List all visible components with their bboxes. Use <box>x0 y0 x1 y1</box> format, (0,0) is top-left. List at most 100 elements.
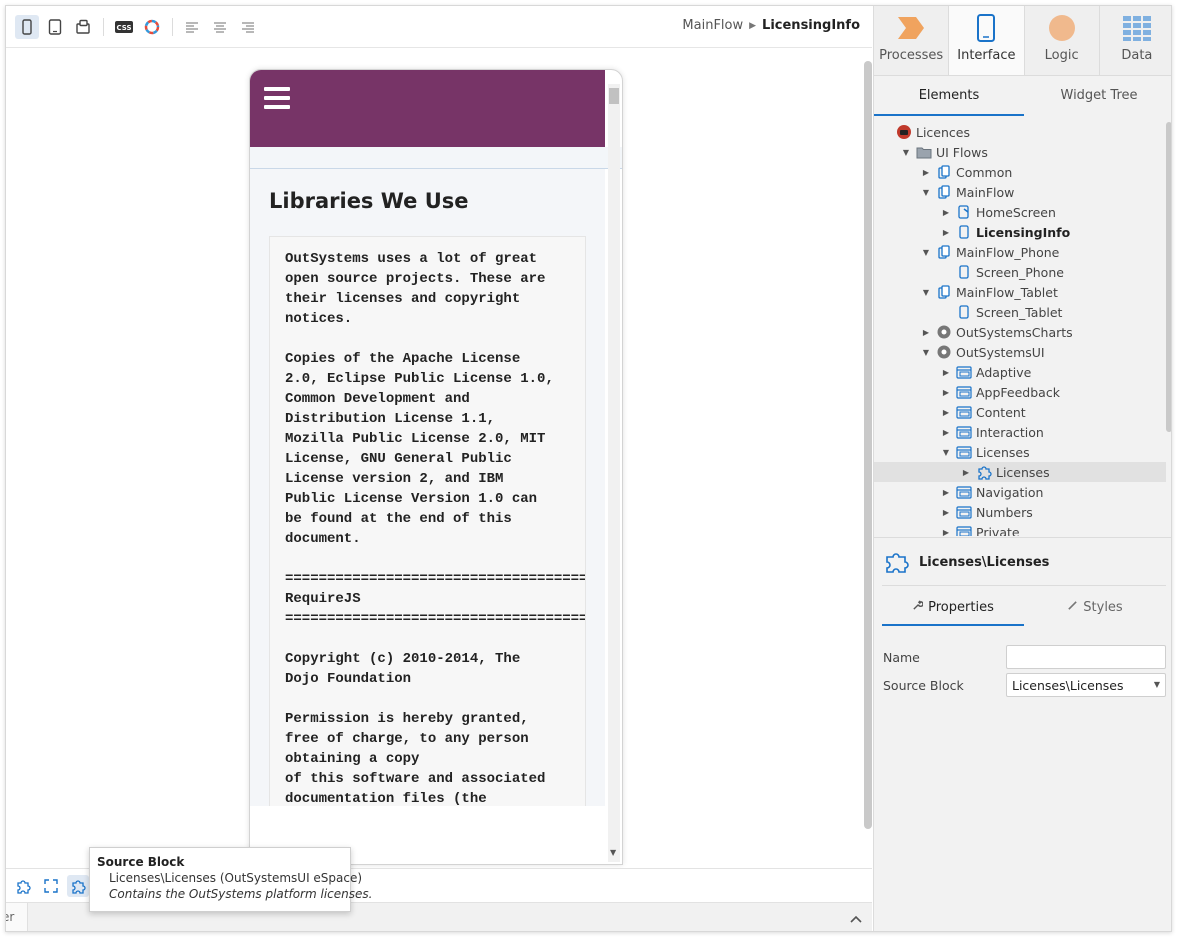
collapse-caret-icon[interactable]: ▶ <box>960 468 972 477</box>
license-line: obtaining a copy <box>285 751 420 767</box>
collapse-caret-icon[interactable]: ▶ <box>920 168 932 177</box>
tree-item-label: Screen_Tablet <box>976 304 1063 320</box>
css-icon: CSS <box>115 21 133 33</box>
phone-vertical-scrollbar[interactable]: ▼ <box>606 84 620 862</box>
tree-item[interactable]: ▶ HomeScreen <box>874 202 1166 222</box>
licenses-block[interactable]: OutSystems uses a lot of great open sourc… <box>269 236 586 806</box>
tree-item[interactable]: ▼ MainFlow_Tablet <box>874 282 1166 302</box>
tree-item[interactable]: ▼ OutSystemsUI <box>874 342 1166 362</box>
flow-icon <box>936 184 952 200</box>
tree-item-label: MainFlow <box>956 184 1015 200</box>
tree-item[interactable]: ▶ Content <box>874 402 1166 422</box>
collapse-caret-icon[interactable]: ▶ <box>940 528 952 537</box>
tab-logic-label: Logic <box>1044 48 1079 63</box>
source-block-button[interactable] <box>67 875 89 897</box>
expand-caret-icon[interactable]: ▼ <box>920 248 932 257</box>
scroll-thumb[interactable] <box>609 88 619 104</box>
tree-item[interactable]: ▼ Licenses <box>874 442 1166 462</box>
tree-item-label: LicensingInfo <box>976 224 1071 240</box>
align-center-button[interactable] <box>208 15 232 39</box>
tree-item[interactable]: ▶ Interaction <box>874 422 1166 442</box>
tree-item[interactable]: ▶ Common <box>874 162 1166 182</box>
breadcrumb-parent[interactable]: MainFlow <box>682 18 743 33</box>
name-field[interactable] <box>1006 645 1166 669</box>
chevron-up-icon[interactable] <box>850 909 862 928</box>
rotate-preview-button[interactable] <box>71 15 95 39</box>
property-name-row: Name <box>883 645 1167 669</box>
tooltip-title: Source Block <box>97 855 185 869</box>
tree-item[interactable]: ▶ Numbers <box>874 502 1166 522</box>
tree-item[interactable]: ▶ Private <box>874 522 1166 536</box>
expand-caret-icon[interactable]: ▼ <box>920 348 932 357</box>
expand-caret-icon[interactable]: ▼ <box>920 288 932 297</box>
tree-item[interactable]: ▼ MainFlow <box>874 182 1166 202</box>
tab-widget-tree[interactable]: Widget Tree <box>1024 76 1171 116</box>
collapse-caret-icon[interactable]: ▶ <box>940 428 952 437</box>
tree-item-label: MainFlow_Tablet <box>956 284 1058 300</box>
tree-scrollbar[interactable] <box>1166 122 1171 432</box>
logic-icon <box>1048 15 1075 41</box>
tab-data[interactable]: Data <box>1099 6 1171 75</box>
elements-tree: Licences ▼ UI Flows ▶ Common ▼ MainFlow ▶ HomeSc… <box>874 122 1166 536</box>
phone-preview: Libraries We Use OutSystems uses a lot o… <box>249 69 623 865</box>
scroll-down-icon[interactable]: ▼ <box>610 848 616 857</box>
menu-icon[interactable] <box>264 87 290 109</box>
expand-caret-icon[interactable]: ▼ <box>940 448 952 457</box>
block-folder-icon <box>956 424 972 440</box>
tree-item[interactable]: ▼ MainFlow_Phone <box>874 242 1166 262</box>
collapse-caret-icon[interactable]: ▶ <box>940 408 952 417</box>
block-button[interactable] <box>12 875 34 897</box>
tab-interface-label: Interface <box>957 48 1016 63</box>
tab-logic[interactable]: Logic <box>1024 6 1100 75</box>
status-tab[interactable]: er <box>6 903 28 931</box>
tablet-preview-button[interactable] <box>43 15 67 39</box>
tree-item[interactable]: ▶ Adaptive <box>874 362 1166 382</box>
tree-item[interactable]: ▶ OutSystemsCharts <box>874 322 1166 342</box>
collapse-caret-icon[interactable]: ▶ <box>940 388 952 397</box>
app-window: CSS MainFlow ▶ LicensingInfo Libraries W… <box>5 5 1172 932</box>
tab-properties[interactable]: Properties <box>882 590 1024 626</box>
canvas-scroll-thumb[interactable] <box>864 61 872 829</box>
tab-styles[interactable]: Styles <box>1024 590 1166 626</box>
tree-item-label: Licenses <box>996 464 1050 480</box>
tree-item[interactable]: Licences <box>874 122 1166 142</box>
breadcrumb-separator-icon: ▶ <box>749 20 757 31</box>
license-line: their licenses and copyright <box>285 291 521 307</box>
license-line <box>285 549 585 569</box>
canvas-vertical-scrollbar[interactable] <box>864 61 872 833</box>
collapse-caret-icon[interactable]: ▶ <box>940 508 952 517</box>
sub-tabs: Elements Widget Tree <box>874 76 1171 116</box>
expand-caret-icon[interactable]: ▼ <box>900 148 912 157</box>
tooltip-description: Contains the OutSystems platform license… <box>109 887 373 901</box>
tree-item-label: MainFlow_Phone <box>956 244 1060 260</box>
properties-panel: Licenses\Licenses Properties Styles Name… <box>874 537 1171 931</box>
theme-button[interactable] <box>140 15 164 39</box>
fullscreen-button[interactable] <box>40 875 62 897</box>
collapse-caret-icon[interactable]: ▶ <box>920 328 932 337</box>
tab-elements[interactable]: Elements <box>874 76 1024 116</box>
phone-preview-button[interactable] <box>15 15 39 39</box>
puzzle-icon <box>72 880 86 894</box>
collapse-caret-icon[interactable]: ▶ <box>940 228 952 237</box>
hscroll-thumb[interactable] <box>350 864 444 865</box>
expand-icon <box>44 879 58 893</box>
tree-item[interactable]: ▼ UI Flows <box>874 142 1166 162</box>
css-button[interactable]: CSS <box>112 15 136 39</box>
screen-icon <box>956 264 972 280</box>
tree-item[interactable]: ▶ Navigation <box>874 482 1166 502</box>
tab-interface[interactable]: Interface <box>949 6 1025 75</box>
collapse-caret-icon[interactable]: ▶ <box>940 488 952 497</box>
expand-caret-icon[interactable]: ▼ <box>920 188 932 197</box>
tree-item[interactable]: ▶ Licenses <box>874 462 1166 482</box>
align-left-button[interactable] <box>180 15 204 39</box>
align-right-button[interactable] <box>236 15 260 39</box>
tree-item[interactable]: Screen_Tablet <box>874 302 1166 322</box>
tree-item[interactable]: Screen_Phone <box>874 262 1166 282</box>
collapse-caret-icon[interactable]: ▶ <box>940 208 952 217</box>
collapse-caret-icon[interactable]: ▶ <box>940 368 952 377</box>
source-block-select[interactable]: Licenses\Licenses ▼ <box>1006 673 1166 697</box>
tree-item[interactable]: ▶ LicensingInfo <box>874 222 1166 242</box>
canvas-area: CSS MainFlow ▶ LicensingInfo Libraries W… <box>6 6 872 931</box>
tab-processes[interactable]: Processes <box>874 6 950 75</box>
tree-item[interactable]: ▶ AppFeedback <box>874 382 1166 402</box>
